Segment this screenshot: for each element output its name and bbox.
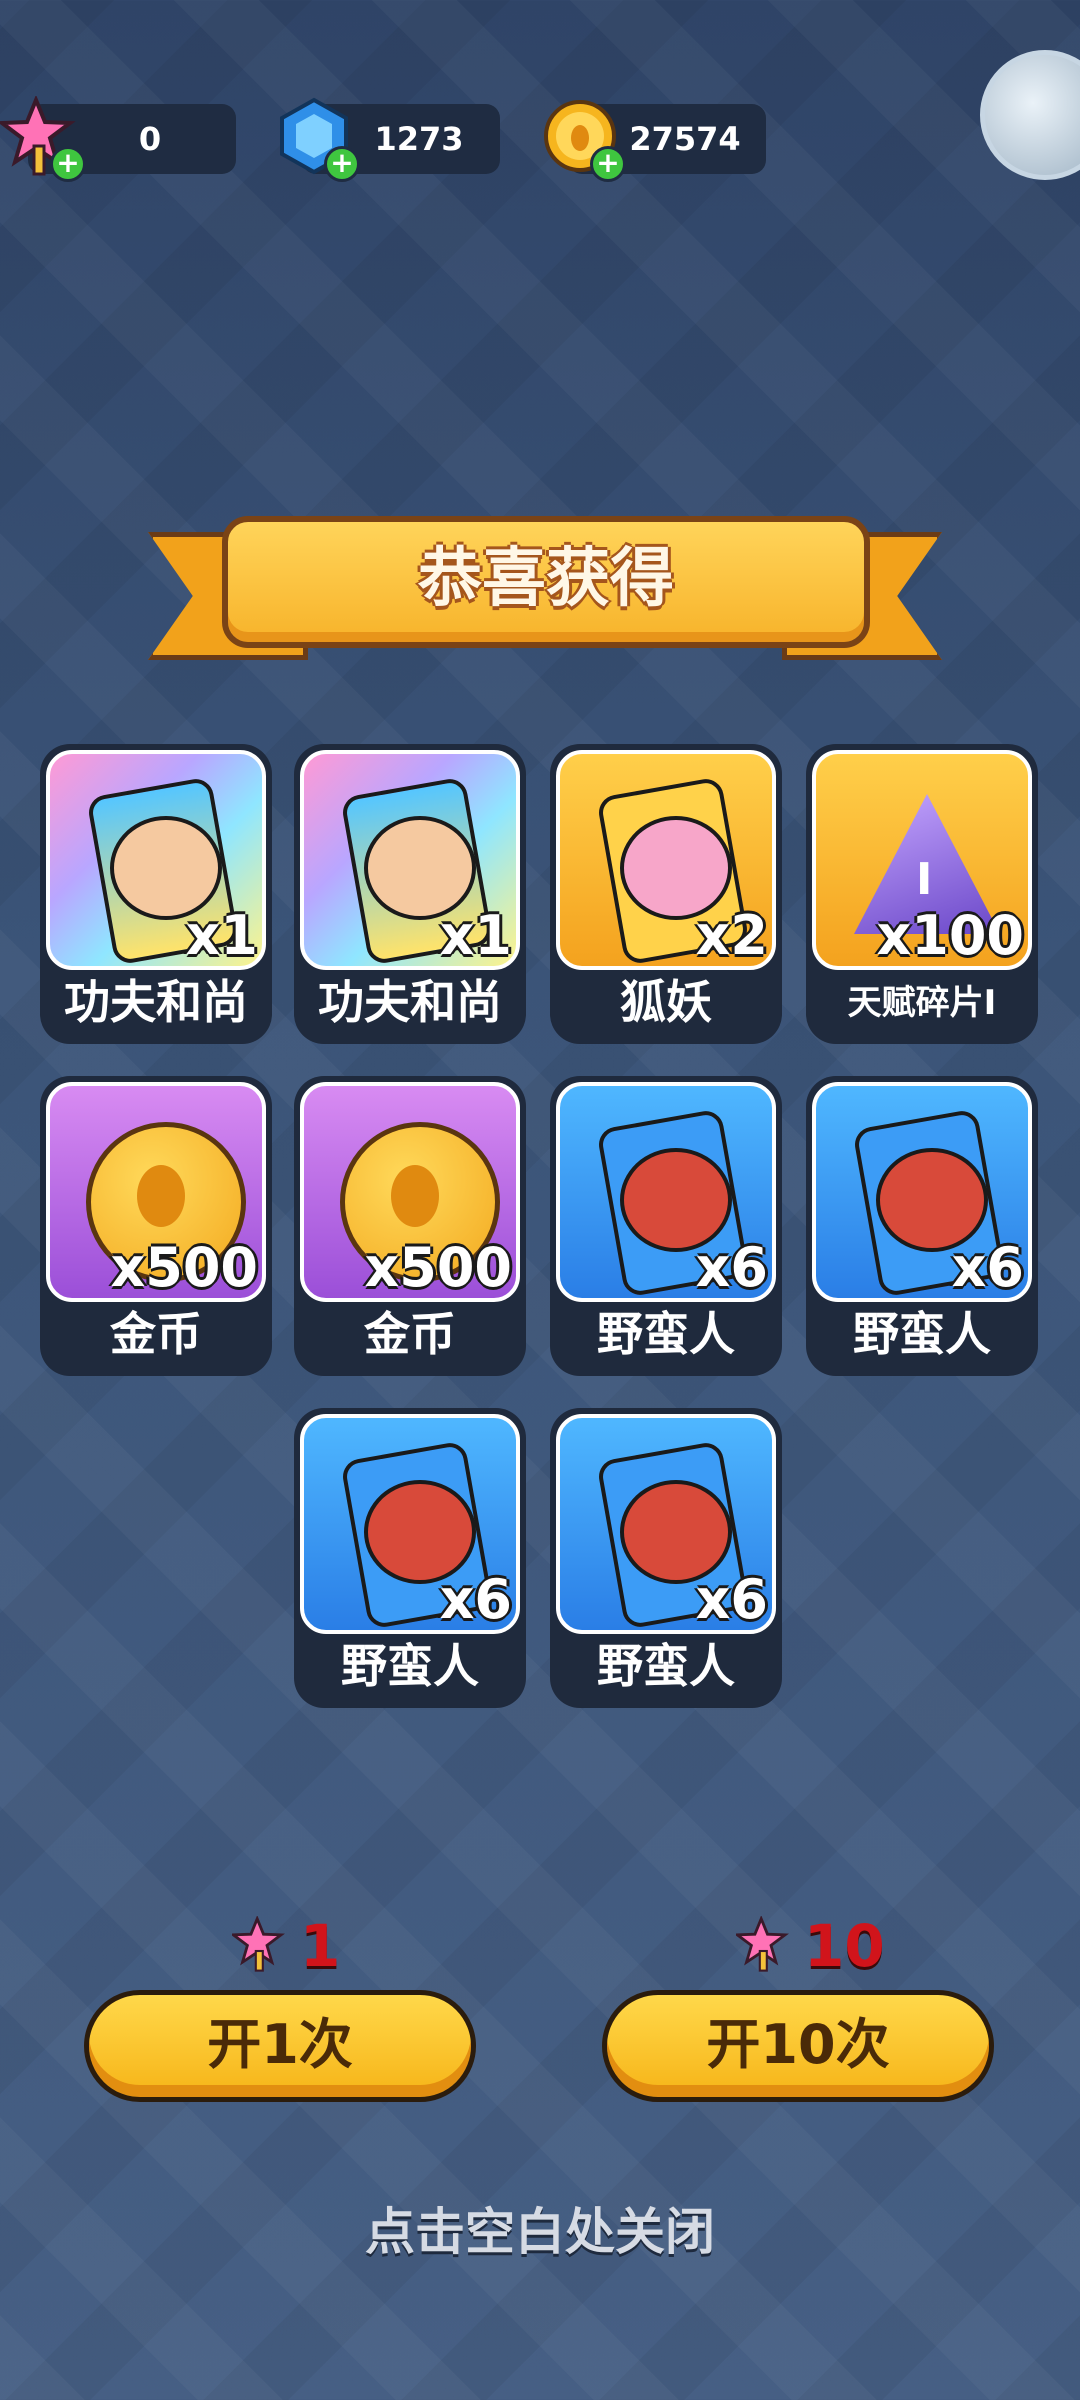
reward-card: x500 金币 xyxy=(40,1076,272,1376)
cost-value: 1 xyxy=(300,1912,341,1980)
reward-count: x6 xyxy=(439,1568,512,1631)
reward-count: x100 xyxy=(876,904,1024,967)
add-icon[interactable]: + xyxy=(50,146,86,182)
star-wand-icon: + xyxy=(0,94,86,182)
reward-card: x6 野蛮人 xyxy=(294,1408,526,1708)
reward-name: 功夫和尚 xyxy=(64,975,248,1029)
open-ten-button[interactable]: 开10次 xyxy=(602,1990,994,2102)
reward-banner: 恭喜获得 xyxy=(222,516,870,648)
reward-name: 金币 xyxy=(110,1307,202,1361)
star-wand-icon xyxy=(736,1916,789,1972)
reward-card: x2 狐妖 xyxy=(550,744,782,1044)
blue-gem-icon: + xyxy=(274,96,360,182)
currency-value: 1273 xyxy=(374,120,464,158)
reward-card: x500 金币 xyxy=(294,1076,526,1376)
gold-coin-icon: + xyxy=(540,96,626,182)
open-ten-label: 开10次 xyxy=(706,2013,890,2076)
reward-card: x6 野蛮人 xyxy=(550,1408,782,1708)
currency-value: 27574 xyxy=(629,120,741,158)
currency-star-wand[interactable]: + 0 xyxy=(0,94,236,182)
reward-count: x1 xyxy=(185,904,258,967)
add-icon[interactable]: + xyxy=(324,146,360,182)
banner-title: 恭喜获得 xyxy=(418,542,674,616)
reward-count: x6 xyxy=(695,1568,768,1631)
reward-card: x6 野蛮人 xyxy=(806,1076,1038,1376)
reward-count: x1 xyxy=(439,904,512,967)
open-once-label: 开1次 xyxy=(207,2013,353,2076)
reward-count: x500 xyxy=(110,1236,258,1299)
add-icon[interactable]: + xyxy=(590,146,626,182)
currency-gem[interactable]: + 1273 xyxy=(280,97,500,182)
reward-name: 金币 xyxy=(364,1307,456,1361)
reward-count: x6 xyxy=(695,1236,768,1299)
currency-gold[interactable]: + 27574 xyxy=(544,100,766,182)
reward-count: x6 xyxy=(951,1236,1024,1299)
cost-value: 10 xyxy=(804,1912,885,1980)
reward-name: 野蛮人 xyxy=(597,1307,735,1361)
reward-name: 野蛮人 xyxy=(341,1639,479,1693)
reward-name: 天赋碎片Ⅰ xyxy=(847,983,997,1023)
open-once-button[interactable]: 开1次 xyxy=(84,1990,476,2102)
reward-name: 野蛮人 xyxy=(597,1639,735,1693)
reward-count: x2 xyxy=(695,904,768,967)
reward-name: 功夫和尚 xyxy=(318,975,502,1029)
reward-card: I x100 天赋碎片Ⅰ xyxy=(806,744,1038,1044)
reward-name: 野蛮人 xyxy=(853,1307,991,1361)
shard-numeral: I xyxy=(916,854,933,905)
star-wand-icon xyxy=(232,1916,285,1972)
reward-count: x500 xyxy=(364,1236,512,1299)
reward-card: x1 功夫和尚 xyxy=(294,744,526,1044)
close-hint[interactable]: 点击空白处关闭 xyxy=(0,2192,1080,2264)
currency-value: 0 xyxy=(138,120,162,158)
reward-name: 狐妖 xyxy=(620,975,712,1029)
reward-card: x1 功夫和尚 xyxy=(40,744,272,1044)
reward-card: x6 野蛮人 xyxy=(550,1076,782,1376)
